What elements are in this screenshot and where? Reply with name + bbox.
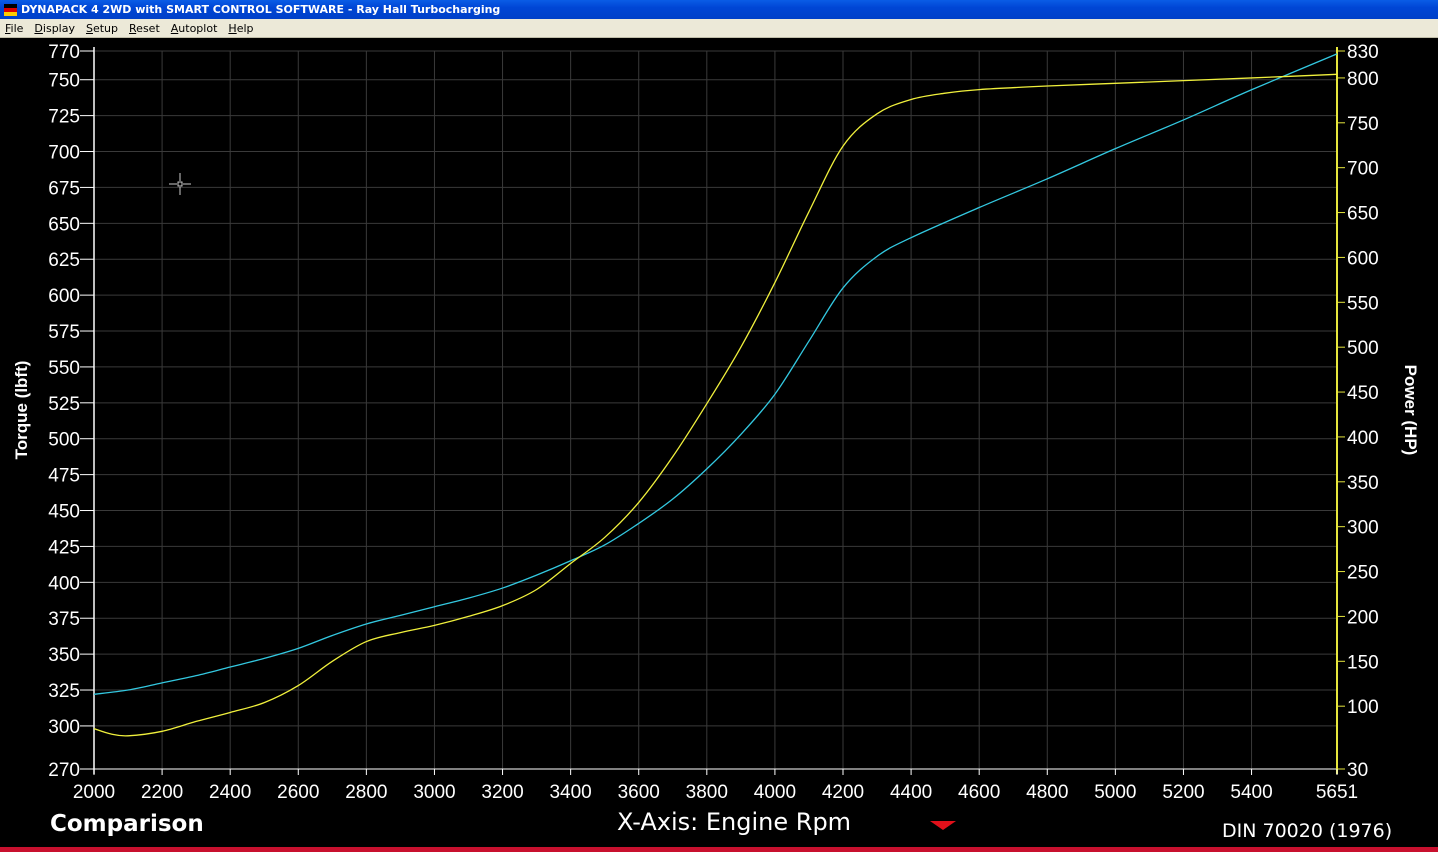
x-tick-label: 4000 xyxy=(754,782,796,803)
menu-autoplot[interactable]: Autoplot xyxy=(166,22,224,35)
power-axis-title: Power (HP) xyxy=(1401,365,1420,456)
y-left-tick-label: 625 xyxy=(48,250,80,271)
x-tick-label: 4800 xyxy=(1026,782,1068,803)
y-right-tick-label: 600 xyxy=(1347,248,1379,269)
y-right-tick-label: 400 xyxy=(1347,428,1379,449)
y-left-tick-label: 750 xyxy=(48,71,80,92)
y-left-tick-label: 350 xyxy=(48,645,80,666)
dropdown-arrow-icon[interactable] xyxy=(930,821,956,830)
y-right-tick-label: 100 xyxy=(1347,697,1379,718)
title-bar: DYNAPACK 4 2WD with SMART CONTROL SOFTWA… xyxy=(0,0,1438,19)
y-left-tick-label: 550 xyxy=(48,358,80,379)
y-right-tick-label: 450 xyxy=(1347,383,1379,404)
crosshair-cursor-icon xyxy=(169,173,191,195)
y-right-tick-label: 700 xyxy=(1347,159,1379,180)
torque-series-line xyxy=(93,53,1338,695)
y-left-tick-label: 700 xyxy=(48,143,80,164)
x-tick-label: 4400 xyxy=(890,782,932,803)
y-left-tick-label: 325 xyxy=(48,681,80,702)
y-left-tick-label: 375 xyxy=(48,609,80,630)
x-tick-label: 2000 xyxy=(73,782,115,803)
y-left-tick-label: 400 xyxy=(48,573,80,594)
y-left-tick-label: 300 xyxy=(48,717,80,738)
y-left-tick-label: 425 xyxy=(48,537,80,558)
x-tick-label: 5000 xyxy=(1094,782,1136,803)
x-tick-label: 2200 xyxy=(141,782,183,803)
x-tick-label: 3000 xyxy=(413,782,455,803)
comparison-label: Comparison xyxy=(50,811,204,837)
y-right-tick-label: 500 xyxy=(1347,338,1379,359)
y-right-tick-label: 250 xyxy=(1347,563,1379,584)
y-left-tick-label: 770 xyxy=(48,42,80,63)
y-right-tick-label: 150 xyxy=(1347,652,1379,673)
x-tick-label: 4600 xyxy=(958,782,1000,803)
x-tick-label: 5200 xyxy=(1162,782,1204,803)
x-tick-label: 2800 xyxy=(345,782,387,803)
menu-file[interactable]: File xyxy=(0,22,29,35)
menu-display[interactable]: Display xyxy=(29,22,81,35)
x-tick-label: 3200 xyxy=(481,782,523,803)
y-left-tick-label: 270 xyxy=(48,760,80,781)
y-right-tick-label: 200 xyxy=(1347,607,1379,628)
y-right-tick-label: 750 xyxy=(1347,114,1379,135)
y-left-tick-label: 450 xyxy=(48,502,80,523)
x-tick-label: 3600 xyxy=(618,782,660,803)
x-tick-label: 2400 xyxy=(209,782,251,803)
y-right-tick-label: 350 xyxy=(1347,473,1379,494)
x-tick-label: 4200 xyxy=(822,782,864,803)
y-right-tick-label: 30 xyxy=(1347,760,1368,781)
menu-bar: File Display Setup Reset Autoplot Help xyxy=(0,19,1438,38)
x-tick-label: 3800 xyxy=(686,782,728,803)
y-left-tick-label: 600 xyxy=(48,286,80,307)
x-tick-label: 2600 xyxy=(277,782,319,803)
y-left-tick-label: 650 xyxy=(48,214,80,235)
x-axis-selector[interactable]: X-Axis: Engine Rpm xyxy=(617,808,851,836)
y-right-tick-label: 550 xyxy=(1347,293,1379,314)
y-right-tick-label: 300 xyxy=(1347,518,1379,539)
y-right-tick-label: 650 xyxy=(1347,204,1379,225)
x-tick-label: 3400 xyxy=(549,782,591,803)
chart-canvas[interactable]: 270 300 325 350 375 400 425 450 475 500 525 550 575 6… xyxy=(0,38,1438,808)
torque-axis-title: Torque (lbft) xyxy=(12,361,31,460)
app-flag-icon xyxy=(4,3,17,16)
y-left-tick-label: 575 xyxy=(48,322,80,343)
y-left-tick-label: 725 xyxy=(48,107,80,128)
menu-reset[interactable]: Reset xyxy=(124,22,166,35)
y-left-tick-label: 475 xyxy=(48,466,80,487)
y-left-tick-label: 675 xyxy=(48,178,80,199)
window-title: DYNAPACK 4 2WD with SMART CONTROL SOFTWA… xyxy=(21,3,501,16)
x-tick-label: 5651 xyxy=(1316,782,1358,803)
dyno-chart[interactable]: 270 300 325 350 375 400 425 450 475 500 525 550 575 6… xyxy=(0,38,1438,848)
menu-help[interactable]: Help xyxy=(223,22,259,35)
y-right-tick-label: 800 xyxy=(1347,69,1379,90)
y-left-tick-label: 500 xyxy=(48,430,80,451)
y-right-tick-label: 830 xyxy=(1347,42,1379,63)
status-strip xyxy=(0,847,1438,852)
power-series-line xyxy=(93,73,1338,737)
correction-standard: DIN 70020 (1976) xyxy=(1222,820,1393,842)
x-tick-label: 5400 xyxy=(1230,782,1272,803)
y-left-tick-label: 525 xyxy=(48,394,80,415)
menu-setup[interactable]: Setup xyxy=(81,22,124,35)
